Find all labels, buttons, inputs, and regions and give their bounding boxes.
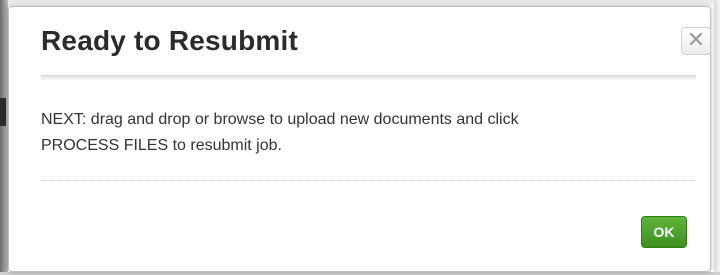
close-button[interactable]: ✕ bbox=[681, 27, 711, 55]
background-strip-left bbox=[0, 0, 8, 275]
close-icon: ✕ bbox=[686, 27, 706, 52]
background-strip-right bbox=[714, 0, 720, 275]
dialog-title: Ready to Resubmit bbox=[41, 25, 298, 56]
ok-button[interactable]: OK bbox=[641, 216, 687, 248]
dialog-message-line-2: PROCESS FILES to resubmit job. bbox=[41, 137, 282, 154]
resubmit-dialog: Ready to Resubmit ✕ NEXT: drag and drop … bbox=[8, 6, 711, 272]
footer-divider bbox=[41, 180, 696, 181]
dialog-message: NEXT: drag and drop or browse to upload … bbox=[41, 107, 681, 159]
title-divider bbox=[41, 75, 696, 80]
dialog-message-line-1: NEXT: drag and drop or browse to upload … bbox=[41, 111, 519, 128]
background-dark-fragment bbox=[0, 98, 6, 126]
